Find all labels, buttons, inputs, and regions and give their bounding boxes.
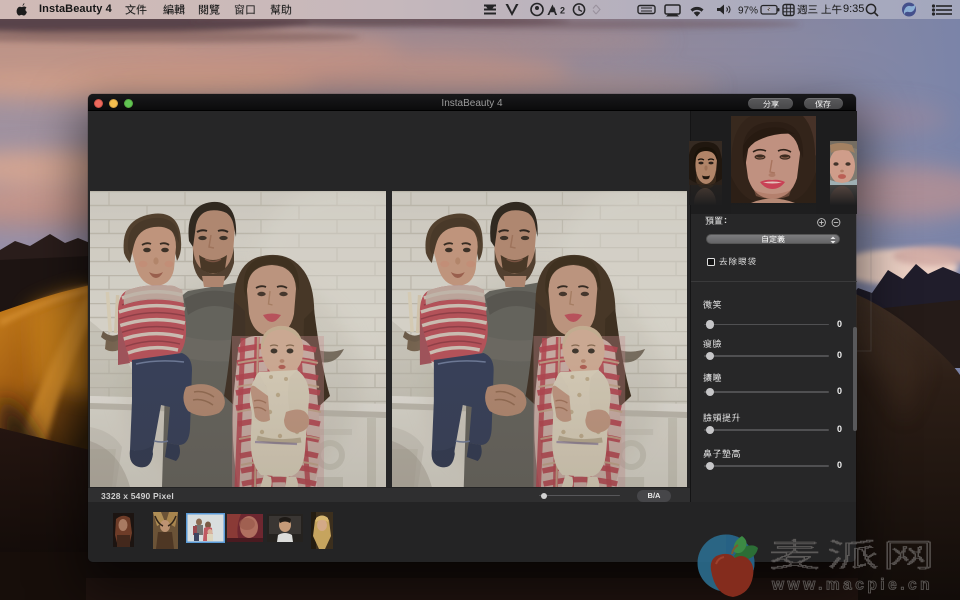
svg-text:www.macpie.cn: www.macpie.cn — [771, 577, 930, 594]
svg-text:2: 2 — [560, 6, 565, 16]
svg-text:97%: 97% — [738, 6, 758, 17]
